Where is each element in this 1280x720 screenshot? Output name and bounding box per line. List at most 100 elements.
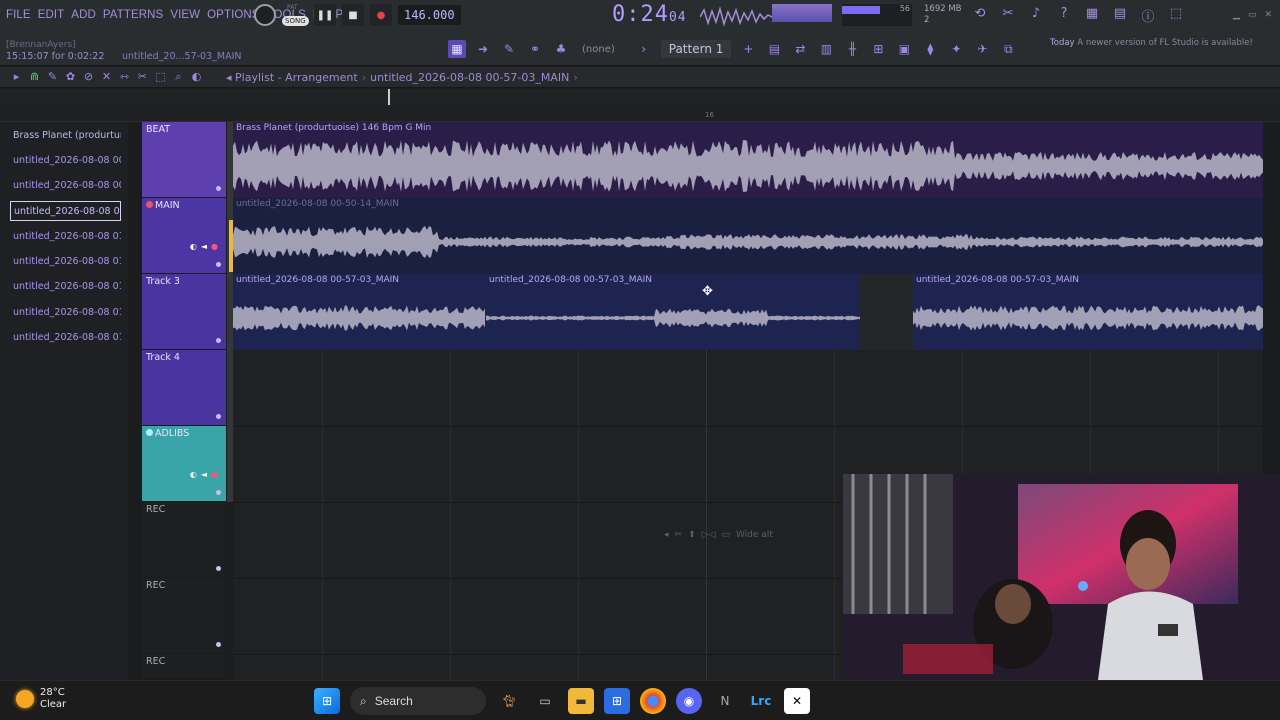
song-position-clock[interactable]: 0:2404 xyxy=(612,2,687,27)
slice-icon[interactable]: ✂ xyxy=(136,70,149,84)
picker-item[interactable]: untitled_2026-08-08 00-... xyxy=(10,176,121,196)
arrow-right-icon[interactable]: ➜ xyxy=(474,40,492,58)
windows-start-icon[interactable]: ⊞ xyxy=(314,688,340,714)
track-select-dot[interactable] xyxy=(216,490,221,495)
info-icon[interactable]: ⓘ xyxy=(1140,6,1156,25)
playhead-marker[interactable] xyxy=(388,89,390,105)
mixer-icon[interactable]: ╫ xyxy=(843,40,861,58)
paint-icon[interactable]: ✿ xyxy=(64,70,77,84)
close-icon[interactable]: ✕ xyxy=(1264,10,1272,20)
record-button[interactable]: ● xyxy=(370,4,392,26)
track-select-dot[interactable] xyxy=(216,414,221,419)
pause-button[interactable]: ❚❚ xyxy=(314,4,336,26)
pat-song-toggle[interactable]: PAT SONG xyxy=(282,4,309,26)
piano-roll-icon[interactable]: ▤ xyxy=(765,40,783,58)
playlist-toggle-icon[interactable]: ▦ xyxy=(448,40,466,58)
playback-icon[interactable]: ◐ xyxy=(190,70,203,84)
lightroom-icon[interactable]: Lrc xyxy=(748,688,774,714)
menu-arrow-icon[interactable]: ▸ xyxy=(10,70,23,84)
menu-patterns[interactable]: PATTERNS xyxy=(103,9,163,21)
track-header-4[interactable]: Track 4 xyxy=(142,350,226,426)
magnet-icon[interactable]: ⋒ xyxy=(28,70,41,84)
fx-icon[interactable]: ✈ xyxy=(973,40,991,58)
track-header-main[interactable]: MAIN ◐◄● xyxy=(142,198,226,274)
audio-clip-beat[interactable]: Brass Planet (produrtuoise) 146 Bpm G Mi… xyxy=(233,122,1263,198)
track-select-dot[interactable] xyxy=(216,642,221,647)
cat-app-icon[interactable]: 🐈︎ xyxy=(496,688,522,714)
master-volume-knob[interactable] xyxy=(254,4,276,26)
discord-icon[interactable]: ◉ xyxy=(676,688,702,714)
track-header-adlibs[interactable]: ADLIBS ◐◄● xyxy=(142,426,226,502)
menu-add[interactable]: ADD xyxy=(71,9,96,21)
mixer-icon[interactable]: ▦ xyxy=(1084,6,1100,24)
help-icon[interactable]: ? xyxy=(1056,6,1072,24)
track-header-rec-1[interactable]: REC xyxy=(142,502,226,578)
picker-item[interactable]: untitled_2026-08-08 01-... xyxy=(10,303,121,323)
cart-icon[interactable]: ⧉ xyxy=(999,40,1017,58)
chrome-icon[interactable] xyxy=(640,688,666,714)
menu-options[interactable]: OPTIONS xyxy=(207,9,259,21)
picker-item[interactable]: untitled_2026-08-08 01-... xyxy=(10,252,121,272)
horizontal-scrollbar[interactable] xyxy=(0,89,1280,106)
audio-clip-track3-a[interactable]: untitled_2026-08-08 00-57-03_MAIN xyxy=(233,274,486,350)
track-header-3[interactable]: Track 3 xyxy=(142,274,226,350)
stamp-icon[interactable]: ♣ xyxy=(552,40,570,58)
notion-icon[interactable]: N xyxy=(712,688,738,714)
picker-item[interactable]: untitled_2026-08-08 01-... xyxy=(10,328,121,348)
pattern-prev-icon[interactable]: › xyxy=(635,40,653,58)
none-selector[interactable]: (none) xyxy=(582,44,615,55)
record-arm-icon[interactable] xyxy=(146,429,153,436)
menu-file[interactable]: FILE xyxy=(6,9,31,21)
delete-icon[interactable]: ⊘ xyxy=(82,70,95,84)
file-explorer-icon[interactable]: ▬ xyxy=(568,688,594,714)
update-notice[interactable]: Today A newer version of FL Studio is av… xyxy=(1050,38,1253,49)
audio-clip-track3-b[interactable]: untitled_2026-08-08 00-57-03_MAIN xyxy=(486,274,860,350)
restore-icon[interactable]: ▭ xyxy=(1248,10,1257,20)
mute-icon[interactable]: ✕ xyxy=(100,70,113,84)
picker-item[interactable]: untitled_2026-08-08 01-... xyxy=(10,227,121,247)
audio-clip-track3-c[interactable]: untitled_2026-08-08 00-57-03_MAIN xyxy=(913,274,1263,350)
track-header-beat[interactable]: BEAT xyxy=(142,122,226,198)
channel-rack-icon[interactable]: ▥ xyxy=(817,40,835,58)
track-select-dot[interactable] xyxy=(216,566,221,571)
link-icon[interactable]: ⚭ xyxy=(526,40,544,58)
add-pattern-icon[interactable]: + xyxy=(739,40,757,58)
menu-view[interactable]: VIEW xyxy=(170,9,200,21)
menu-edit[interactable]: EDIT xyxy=(38,9,65,21)
microphone-icon[interactable]: ♪ xyxy=(1028,6,1044,24)
tools-icon[interactable]: ✂ xyxy=(1000,6,1016,24)
weather-widget[interactable]: 28°C Clear xyxy=(16,687,66,711)
capcut-icon[interactable]: ✕ xyxy=(784,688,810,714)
speaker-icon[interactable]: ◂ xyxy=(226,71,232,84)
minimize-icon[interactable]: ▁ xyxy=(1233,10,1240,20)
picker-item[interactable]: untitled_2026-08-08 00-... xyxy=(10,151,121,171)
pattern-selector[interactable]: Pattern 1 xyxy=(660,40,732,58)
step-icon[interactable]: ⇄ xyxy=(791,40,809,58)
cursor-icon[interactable]: ✦ xyxy=(947,40,965,58)
zoom-icon[interactable]: ⌕ xyxy=(172,70,185,84)
pencil-icon[interactable]: ✎ xyxy=(46,70,59,84)
plugin-database-icon[interactable]: ⬚ xyxy=(1168,6,1184,24)
audio-clip-main[interactable]: untitled_2026-08-08 00-50-14_MAIN xyxy=(233,198,1263,274)
record-arm-icon[interactable] xyxy=(146,201,153,208)
store-icon[interactable]: ⊞ xyxy=(604,688,630,714)
picker-item[interactable]: Brass Planet (produrtur... xyxy=(10,126,121,146)
stop-button[interactable]: ■ xyxy=(342,4,364,26)
track-select-dot[interactable] xyxy=(216,262,221,267)
select-icon[interactable]: ⬚ xyxy=(154,70,167,84)
track-mute-solo[interactable]: ◐◄● xyxy=(190,470,222,479)
undo-icon[interactable]: ⟲ xyxy=(972,6,988,24)
track-select-dot[interactable] xyxy=(216,338,221,343)
plugin-icon[interactable]: ▣ xyxy=(895,40,913,58)
track-header-rec-2[interactable]: REC xyxy=(142,578,226,654)
mic-icon[interactable]: ⧫ xyxy=(921,40,939,58)
timeline-ruler[interactable]: 16 xyxy=(0,106,1280,122)
channel-rack-icon[interactable]: ▤ xyxy=(1112,6,1128,24)
track-mute-solo[interactable]: ◐◄● xyxy=(190,242,222,251)
picker-item-selected[interactable]: untitled_2026-08-08 00-... xyxy=(10,201,121,221)
track-select-dot[interactable] xyxy=(216,186,221,191)
taskbar-search[interactable]: ⌕ Search xyxy=(350,687,486,715)
track-header-rec-3[interactable]: REC xyxy=(142,654,226,680)
browser-icon[interactable]: ⊞ xyxy=(869,40,887,58)
picker-scrollbar[interactable] xyxy=(128,122,142,680)
